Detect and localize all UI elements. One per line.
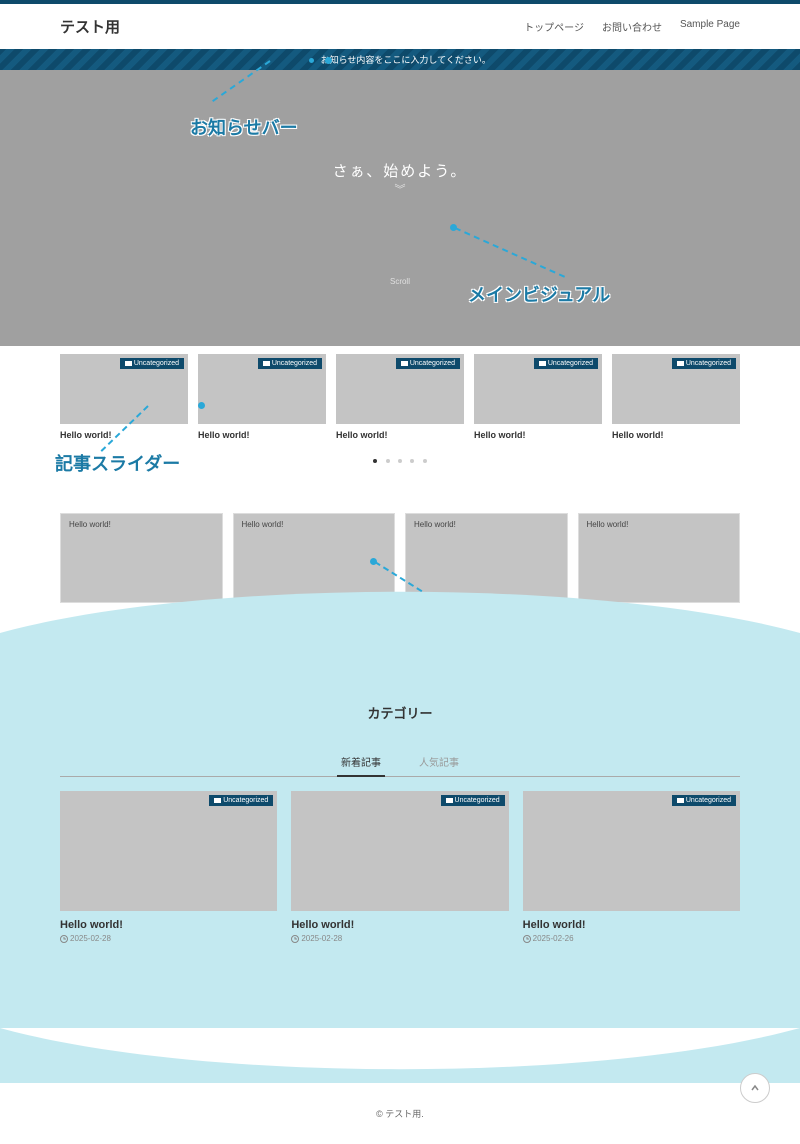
article-card[interactable]: Uncategorized Hello world! 2025-02-28	[60, 791, 277, 943]
folder-icon	[539, 360, 546, 366]
category-badge: Uncategorized	[120, 358, 184, 369]
clock-icon	[291, 935, 299, 943]
folder-icon	[677, 360, 684, 366]
wave-top-decoration	[0, 578, 800, 633]
category-heading: カテゴリー	[60, 703, 740, 722]
category-badge: Uncategorized	[534, 358, 598, 369]
chevron-down-icon: ︾	[0, 181, 800, 197]
folder-icon	[125, 360, 132, 366]
pickup-label: Hello world!	[587, 520, 629, 529]
category-badge: Uncategorized	[258, 358, 322, 369]
category-badge: Uncategorized	[672, 358, 736, 369]
article-slider-section: Uncategorized Hello world! Uncategorized…	[0, 346, 800, 478]
wave-bottom-decoration	[0, 1028, 800, 1083]
chevron-up-icon	[750, 1083, 760, 1093]
slider-card-title: Hello world!	[198, 430, 326, 440]
article-title: Hello world!	[291, 919, 508, 931]
article-grid: Uncategorized Hello world! 2025-02-28 Un…	[60, 791, 740, 943]
tab-new-articles[interactable]: 新着記事	[337, 748, 385, 777]
site-title[interactable]: テスト用	[60, 16, 120, 37]
pagination-dot[interactable]	[398, 459, 402, 463]
slider-card[interactable]: Uncategorized Hello world!	[60, 354, 188, 440]
category-tabs: 新着記事 人気記事	[60, 748, 740, 777]
hero-tagline: さぁ、始めよう。	[0, 160, 800, 181]
article-thumbnail: Uncategorized	[523, 791, 740, 911]
category-section-wrapper: カテゴリー 新着記事 人気記事 Uncategorized Hello worl…	[0, 633, 800, 1083]
main-visual: さぁ、始めよう。 ︾ Scroll	[0, 70, 800, 346]
pickup-label: Hello world!	[414, 520, 456, 529]
site-header: テスト用 トップページ お問い合わせ Sample Page	[0, 4, 800, 49]
folder-icon	[446, 797, 453, 803]
main-nav: トップページ お問い合わせ Sample Page	[524, 19, 740, 34]
category-badge: Uncategorized	[441, 795, 505, 806]
article-card[interactable]: Uncategorized Hello world! 2025-02-28	[291, 791, 508, 943]
category-badge: Uncategorized	[209, 795, 273, 806]
tab-popular-articles[interactable]: 人気記事	[415, 748, 463, 776]
slider-card[interactable]: Uncategorized Hello world!	[474, 354, 602, 440]
nav-link-contact[interactable]: お問い合わせ	[602, 19, 662, 34]
slider-card[interactable]: Uncategorized Hello world!	[612, 354, 740, 440]
article-date: 2025-02-28	[60, 934, 277, 943]
notice-dot-icon	[309, 58, 314, 63]
article-date: 2025-02-26	[523, 934, 740, 943]
slider-card-title: Hello world!	[474, 430, 602, 440]
article-card[interactable]: Uncategorized Hello world! 2025-02-26	[523, 791, 740, 943]
slider-thumbnail: Uncategorized	[60, 354, 188, 424]
slider-card-title: Hello world!	[336, 430, 464, 440]
category-badge: Uncategorized	[672, 795, 736, 806]
article-thumbnail: Uncategorized	[291, 791, 508, 911]
slider-pagination[interactable]	[60, 450, 740, 468]
nav-link-sample[interactable]: Sample Page	[680, 19, 740, 34]
copyright-text: © テスト用.	[376, 1109, 424, 1119]
scroll-to-top-button[interactable]	[740, 1073, 770, 1103]
notice-bar[interactable]: お知らせ内容をここに入力してください。	[0, 49, 800, 70]
scroll-indicator-label: Scroll	[0, 277, 800, 286]
slider-card-title: Hello world!	[612, 430, 740, 440]
pagination-dot[interactable]	[373, 459, 377, 463]
slider-card[interactable]: Uncategorized Hello world!	[198, 354, 326, 440]
pagination-dot[interactable]	[423, 459, 427, 463]
article-title: Hello world!	[60, 919, 277, 931]
folder-icon	[401, 360, 408, 366]
article-thumbnail: Uncategorized	[60, 791, 277, 911]
folder-icon	[677, 797, 684, 803]
folder-icon	[214, 797, 221, 803]
slider-card-title: Hello world!	[60, 430, 188, 440]
category-badge: Uncategorized	[396, 358, 460, 369]
slider-thumbnail: Uncategorized	[612, 354, 740, 424]
folder-icon	[263, 360, 270, 366]
pickup-label: Hello world!	[242, 520, 284, 529]
notice-text: お知らせ内容をここに入力してください。	[321, 55, 491, 65]
article-slider[interactable]: Uncategorized Hello world! Uncategorized…	[60, 354, 740, 440]
slider-card[interactable]: Uncategorized Hello world!	[336, 354, 464, 440]
category-section: カテゴリー 新着記事 人気記事 Uncategorized Hello worl…	[0, 633, 800, 963]
clock-icon	[60, 935, 68, 943]
article-title: Hello world!	[523, 919, 740, 931]
pagination-dot[interactable]	[386, 459, 390, 463]
nav-link-top[interactable]: トップページ	[524, 19, 584, 34]
article-date: 2025-02-28	[291, 934, 508, 943]
pagination-dot[interactable]	[410, 459, 414, 463]
site-footer: © テスト用.	[0, 1083, 800, 1144]
pickup-label: Hello world!	[69, 520, 111, 529]
slider-thumbnail: Uncategorized	[474, 354, 602, 424]
slider-thumbnail: Uncategorized	[336, 354, 464, 424]
clock-icon	[523, 935, 531, 943]
slider-thumbnail: Uncategorized	[198, 354, 326, 424]
